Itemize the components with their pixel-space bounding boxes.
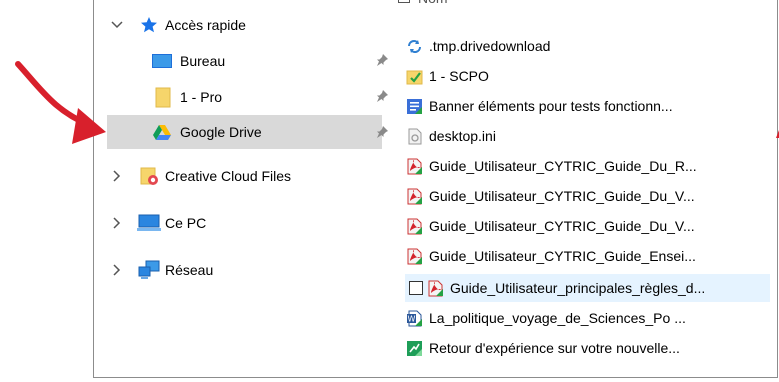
form-doc-icon <box>406 98 423 115</box>
pdf-synced-icon <box>427 280 444 297</box>
nav-creative-cloud-files[interactable]: Creative Cloud Files <box>107 161 377 191</box>
computer-icon <box>137 214 161 235</box>
nav-item-label: 1 - Pro <box>180 89 223 105</box>
google-drive-icon <box>152 124 172 144</box>
file-list: .tmp.drivedownload 1 - SCPO Banner éléme… <box>385 0 778 378</box>
file-name: Retour d'expérience sur votre nouvelle..… <box>429 340 680 356</box>
pdf-synced-icon <box>406 248 423 265</box>
list-item[interactable]: 1 - SCPO <box>406 63 489 89</box>
nav-item-label: Bureau <box>180 53 226 69</box>
list-item-hovered[interactable]: Guide_Utilisateur_principales_règles_d..… <box>405 274 770 302</box>
file-name: .tmp.drivedownload <box>429 38 551 54</box>
file-name: Guide_Utilisateur_principales_règles_d..… <box>450 280 706 296</box>
svg-text:W: W <box>408 314 416 323</box>
nav-item-1-pro[interactable]: 1 - Pro <box>107 82 388 112</box>
nav-item-google-drive[interactable]: Google Drive <box>107 115 388 149</box>
folder-check-icon <box>406 68 423 85</box>
creative-cloud-folder-icon <box>140 166 160 189</box>
row-checkbox[interactable] <box>409 281 423 295</box>
chevron-down-icon[interactable] <box>111 19 123 31</box>
sync-folder-icon <box>406 38 423 55</box>
ini-file-icon <box>406 128 423 145</box>
folder-icon <box>155 86 171 111</box>
nav-network[interactable]: Réseau <box>107 255 377 285</box>
pdf-synced-icon <box>406 218 423 235</box>
list-item[interactable]: Guide_Utilisateur_CYTRIC_Guide_Du_V... <box>406 183 695 209</box>
file-name: La_politique_voyage_de_Sciences_Po ... <box>429 310 686 326</box>
chevron-right-icon[interactable] <box>111 264 123 276</box>
list-item[interactable]: Guide_Utilisateur_CYTRIC_Guide_Ensei... <box>406 243 696 269</box>
chevron-right-icon[interactable] <box>111 170 123 182</box>
nav-quick-access-label: Accès rapide <box>165 17 246 33</box>
sheet-doc-icon <box>406 340 423 357</box>
chevron-right-icon[interactable] <box>111 217 123 229</box>
network-icon <box>138 260 160 283</box>
file-name: Guide_Utilisateur_CYTRIC_Guide_Ensei... <box>429 248 696 264</box>
word-doc-icon: W <box>406 310 423 327</box>
annotation-arrow <box>15 61 106 144</box>
file-name: Guide_Utilisateur_CYTRIC_Guide_Du_V... <box>429 218 695 234</box>
list-item[interactable]: Retour d'expérience sur votre nouvelle..… <box>406 335 680 361</box>
nav-this-pc[interactable]: Ce PC <box>107 208 377 238</box>
pdf-synced-icon <box>406 158 423 175</box>
file-name: Guide_Utilisateur_CYTRIC_Guide_Du_V... <box>429 188 695 204</box>
nav-item-label: Google Drive <box>180 124 262 140</box>
file-name: 1 - SCPO <box>429 68 489 84</box>
nav-this-pc-label: Ce PC <box>165 215 207 231</box>
file-name: Guide_Utilisateur_CYTRIC_Guide_Du_R... <box>429 158 697 174</box>
list-item[interactable]: Guide_Utilisateur_CYTRIC_Guide_Du_R... <box>406 153 697 179</box>
list-item[interactable]: Guide_Utilisateur_CYTRIC_Guide_Du_V... <box>406 213 695 239</box>
desktop-icon <box>151 52 173 73</box>
star-icon <box>140 16 158 37</box>
file-name: desktop.ini <box>429 128 496 144</box>
list-item[interactable]: W La_politique_voyage_de_Sciences_Po ... <box>406 305 686 331</box>
nav-creative-cloud-label: Creative Cloud Files <box>165 168 292 184</box>
nav-network-label: Réseau <box>165 262 214 278</box>
file-name: Banner éléments pour tests fonctionn... <box>429 98 673 114</box>
nav-item-bureau[interactable]: Bureau <box>107 46 388 76</box>
list-item[interactable]: Banner éléments pour tests fonctionn... <box>406 93 673 119</box>
pdf-synced-icon <box>406 188 423 205</box>
list-item[interactable]: desktop.ini <box>406 123 496 149</box>
nav-quick-access[interactable]: Accès rapide <box>107 10 377 40</box>
list-item[interactable]: .tmp.drivedownload <box>406 33 550 59</box>
navigation-pane: Accès rapide Bureau 1 - Pro Google Drive <box>93 0 388 378</box>
